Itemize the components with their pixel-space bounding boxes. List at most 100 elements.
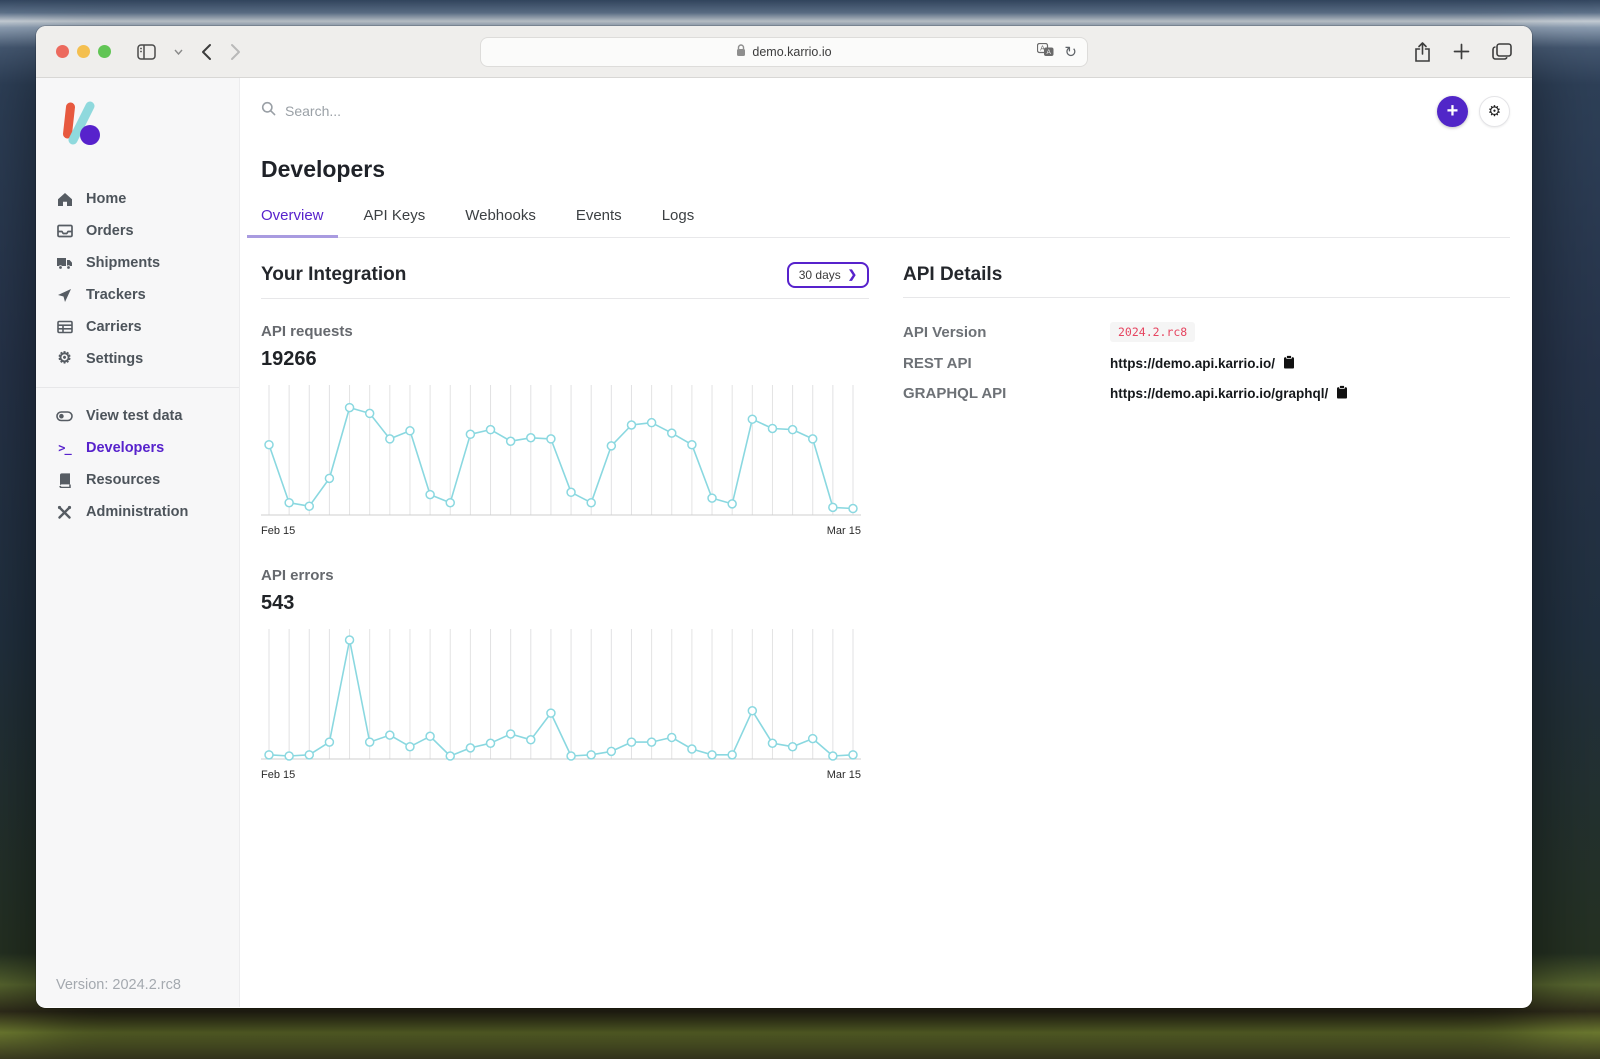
- minimize-window-button[interactable]: [77, 45, 90, 58]
- terminal-icon: >_: [56, 441, 73, 455]
- api-details-section: API Details API Version 2024.2.rc8 REST …: [903, 262, 1510, 781]
- translate-icon[interactable]: AA: [1037, 43, 1054, 60]
- sidebar-item-label: Resources: [86, 472, 160, 488]
- tab-webhooks[interactable]: Webhooks: [465, 207, 536, 237]
- sidebar-item-label: Home: [86, 191, 126, 207]
- account-settings-button[interactable]: ⚙: [1479, 96, 1510, 127]
- chart-label: API requests: [261, 323, 869, 340]
- gear-icon: ⚙: [56, 351, 73, 367]
- toolbar-chevron-down-icon[interactable]: [174, 49, 183, 55]
- navigation-icon: [56, 288, 73, 303]
- svg-text:A: A: [1047, 49, 1052, 56]
- sidebar-item-orders[interactable]: Orders: [36, 215, 239, 247]
- toggle-icon: [56, 409, 73, 423]
- create-button[interactable]: +: [1437, 96, 1468, 127]
- sidebar-item-trackers[interactable]: Trackers: [36, 279, 239, 311]
- integration-section: Your Integration 30 days ❯︎ API requests…: [261, 262, 869, 781]
- detail-label: REST API: [903, 355, 1110, 372]
- detail-label: GRAPHQL API: [903, 385, 1110, 402]
- sidebar-toggle-icon[interactable]: [137, 44, 156, 60]
- sidebar: Home Orders Shipments Trackers Carriers: [36, 78, 240, 1007]
- x-axis-end-label: Mar 15: [827, 525, 861, 537]
- new-tab-icon[interactable]: [1453, 43, 1470, 60]
- close-window-button[interactable]: [56, 45, 69, 58]
- sidebar-item-administration[interactable]: Administration: [36, 496, 239, 528]
- copy-graphql-api-button[interactable]: [1336, 385, 1348, 402]
- table-icon: [56, 320, 73, 334]
- sidebar-item-label: Developers: [86, 440, 164, 456]
- home-icon: [56, 192, 73, 207]
- gear-icon: ⚙: [1488, 102, 1501, 120]
- tab-bar: Overview API Keys Webhooks Events Logs: [261, 207, 1510, 238]
- share-icon[interactable]: [1414, 42, 1431, 62]
- page-title: Developers: [261, 156, 1510, 183]
- tab-logs[interactable]: Logs: [662, 207, 695, 237]
- integration-title: Your Integration: [261, 264, 406, 286]
- app-version: Version: 2024.2.rc8: [56, 977, 181, 993]
- tab-overview[interactable]: Overview: [261, 207, 324, 237]
- sidebar-item-label: View test data: [86, 408, 182, 424]
- sidebar-item-settings[interactable]: ⚙ Settings: [36, 343, 239, 375]
- traffic-lights: [56, 45, 111, 58]
- back-button[interactable]: [201, 43, 212, 61]
- api-requests-block: API requests 19266 Feb 15 Mar 15: [261, 323, 869, 537]
- graphql-api-url: https://demo.api.karrio.io/graphql/: [1110, 386, 1328, 401]
- x-axis-start-label: Feb 15: [261, 769, 295, 781]
- clipboard-icon: [1283, 355, 1295, 372]
- karrio-logo: [56, 98, 239, 153]
- forward-button[interactable]: [230, 43, 241, 61]
- sidebar-item-home[interactable]: Home: [36, 183, 239, 215]
- graphql-api-row: GRAPHQL API https://demo.api.karrio.io/g…: [903, 385, 1510, 402]
- lock-icon: [736, 44, 746, 60]
- sidebar-item-label: Settings: [86, 351, 143, 367]
- sidebar-item-view-test-data[interactable]: View test data: [36, 400, 239, 432]
- sidebar-item-label: Orders: [86, 223, 134, 239]
- sidebar-divider: [36, 387, 239, 388]
- tab-overview-icon[interactable]: [1492, 43, 1512, 60]
- sidebar-item-developers[interactable]: >_ Developers: [36, 432, 239, 464]
- rest-api-url: https://demo.api.karrio.io/: [1110, 356, 1275, 371]
- clipboard-icon: [1336, 385, 1348, 402]
- sidebar-item-resources[interactable]: Resources: [36, 464, 239, 496]
- sidebar-item-label: Shipments: [86, 255, 160, 271]
- api-version-row: API Version 2024.2.rc8: [903, 322, 1510, 342]
- x-axis-end-label: Mar 15: [827, 769, 861, 781]
- search-bar: [261, 101, 1437, 121]
- detail-label: API Version: [903, 324, 1110, 341]
- rest-api-row: REST API https://demo.api.karrio.io/: [903, 355, 1510, 372]
- sidebar-item-label: Carriers: [86, 319, 142, 335]
- api-details-title: API Details: [903, 264, 1002, 286]
- sidebar-item-label: Trackers: [86, 287, 146, 303]
- tab-events[interactable]: Events: [576, 207, 622, 237]
- api-errors-block: API errors 543 Feb 15 Mar 15: [261, 567, 869, 781]
- inbox-icon: [56, 224, 73, 238]
- main-content: + ⚙ Developers Overview API Keys Webhook…: [240, 78, 1532, 1007]
- url-text: demo.karrio.io: [752, 45, 831, 59]
- primary-nav: Home Orders Shipments Trackers Carriers: [36, 183, 239, 528]
- address-bar[interactable]: demo.karrio.io AA ↻: [480, 37, 1088, 67]
- x-axis-start-label: Feb 15: [261, 525, 295, 537]
- tools-icon: [56, 505, 73, 520]
- copy-rest-api-button[interactable]: [1283, 355, 1295, 372]
- zoom-window-button[interactable]: [98, 45, 111, 58]
- sidebar-item-shipments[interactable]: Shipments: [36, 247, 239, 279]
- sidebar-item-label: Administration: [86, 504, 188, 520]
- api-requests-chart: [261, 381, 861, 523]
- period-select[interactable]: 30 days ❯︎: [787, 262, 869, 288]
- search-icon: [261, 101, 276, 121]
- tab-api-keys[interactable]: API Keys: [364, 207, 426, 237]
- chart-total: 543: [261, 592, 869, 615]
- browser-window: demo.karrio.io AA ↻: [36, 26, 1532, 1008]
- browser-toolbar: demo.karrio.io AA ↻: [36, 26, 1532, 78]
- chevron-down-icon: ❯︎: [848, 270, 857, 281]
- book-icon: [56, 473, 73, 488]
- truck-icon: [56, 256, 73, 270]
- api-version-value: 2024.2.rc8: [1110, 322, 1195, 342]
- reload-icon[interactable]: ↻: [1064, 43, 1077, 61]
- api-errors-chart: [261, 625, 861, 767]
- chart-label: API errors: [261, 567, 869, 584]
- period-value: 30 days: [799, 268, 841, 282]
- sidebar-item-carriers[interactable]: Carriers: [36, 311, 239, 343]
- search-input[interactable]: [285, 103, 705, 119]
- chart-total: 19266: [261, 348, 869, 371]
